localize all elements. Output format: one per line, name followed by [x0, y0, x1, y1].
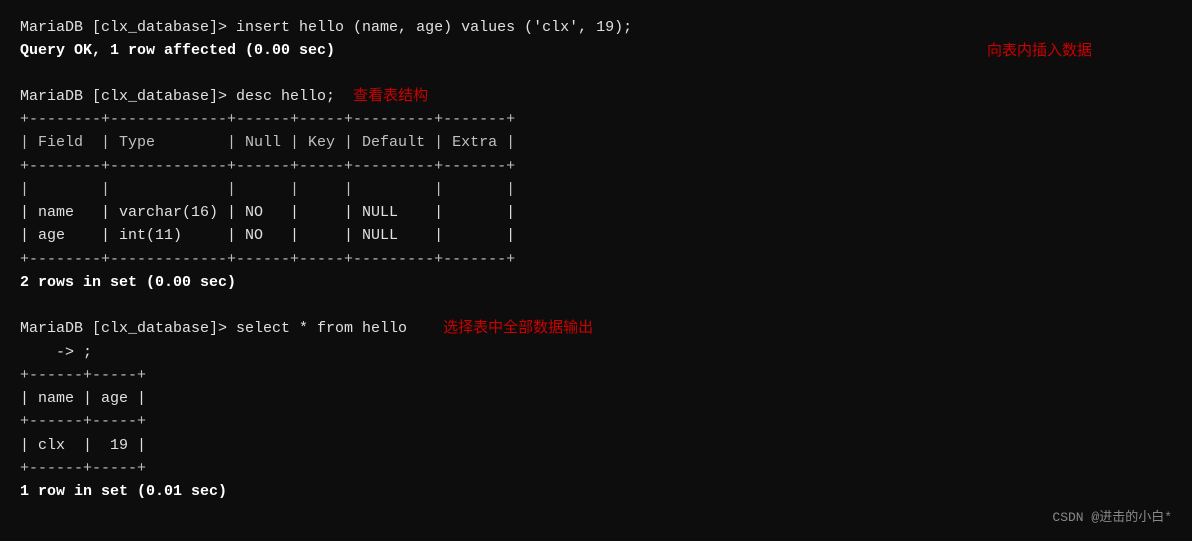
select-border-bottom: +------+-----+ [20, 457, 1172, 480]
blank-line-1 [20, 62, 1172, 85]
terminal: MariaDB [clx_database]> insert hello (na… [0, 0, 1192, 541]
one-row-result: 1 row in set (0.01 sec) [20, 480, 1172, 503]
desc-command-line: MariaDB [clx_database]> desc hello; 查看表结… [20, 85, 1172, 108]
table-blank-row: | | | | | | | [20, 178, 1172, 201]
blank-line-2 [20, 294, 1172, 317]
select-data-row: | clx | 19 | [20, 434, 1172, 457]
insert-command-line: MariaDB [clx_database]> insert hello (na… [20, 16, 1172, 39]
annotation-insert: 向表内插入数据 [987, 43, 1092, 60]
select-continuation: -> ; [20, 341, 1172, 364]
annotation-desc: 查看表结构 [353, 88, 428, 105]
table-border-mid: +--------+-------------+------+-----+---… [20, 155, 1172, 178]
annotation-select: 选择表中全部数据输出 [443, 320, 593, 337]
select-border-mid: +------+-----+ [20, 410, 1172, 433]
csdn-watermark: CSDN @进击的小白* [1052, 506, 1172, 525]
select-header-row: | name | age | [20, 387, 1172, 410]
table-border-top: +--------+-------------+------+-----+---… [20, 108, 1172, 131]
table-row-age: | age | int(11) | NO | | NULL | | [20, 224, 1172, 247]
select-border-top: +------+-----+ [20, 364, 1172, 387]
table-row-name: | name | varchar(16) | NO | | NULL | | [20, 201, 1172, 224]
select-command-line: MariaDB [clx_database]> select * from he… [20, 317, 1172, 340]
table-header: | Field | Type | Null | Key | Default | … [20, 131, 1172, 154]
table-border-bottom: +--------+-------------+------+-----+---… [20, 248, 1172, 271]
two-rows-result: 2 rows in set (0.00 sec) [20, 271, 1172, 294]
